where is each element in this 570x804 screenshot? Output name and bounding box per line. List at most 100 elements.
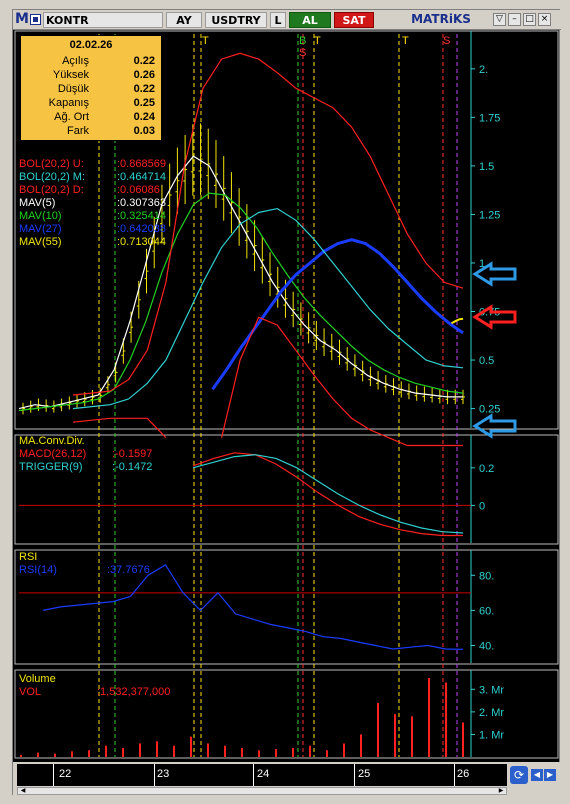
info-label: Açılış xyxy=(62,55,89,67)
series-trigger-9- xyxy=(192,454,464,534)
legend-name: MACD(26,12) xyxy=(19,448,87,460)
info-label: Kapanış xyxy=(48,97,89,109)
info-value: 0.03 xyxy=(133,125,155,137)
sell-button[interactable]: SAT xyxy=(334,12,374,28)
currency-button[interactable]: USDTRY xyxy=(205,12,267,28)
symbol-icon xyxy=(30,14,41,25)
horizontal-scrollbar[interactable]: ◀ ▶ xyxy=(17,787,507,795)
ohlc-info-box: 02.02.26 Açılış 0.22 Yüksek 0.26 Düşük 0.22… xyxy=(20,35,162,141)
info-label: Ağ. Ort xyxy=(54,111,89,123)
series-rsi xyxy=(42,563,464,650)
legend-name: VOL xyxy=(19,686,42,698)
info-label: Düşük xyxy=(57,83,89,95)
date-label: 24 xyxy=(257,768,270,780)
brand-label: MATRiKS xyxy=(411,12,471,26)
y-tick-label: 1.75 xyxy=(479,112,500,124)
info-row-close: Kapanış 0.25 xyxy=(21,97,161,110)
refresh-icon[interactable]: ⟳ xyxy=(510,766,528,784)
nav-left-icon[interactable]: ◀ xyxy=(531,769,543,781)
legend-name: BOL(20,2) M: xyxy=(19,171,86,183)
panel-frame-macd xyxy=(14,434,559,545)
symbol-field[interactable]: KONTR xyxy=(43,12,163,28)
info-value: 0.25 xyxy=(133,97,155,109)
y-tick-label: 1.5 xyxy=(479,161,494,173)
info-row-high: Yüksek 0.26 xyxy=(21,69,161,82)
legend-name: BOL(20,2) D: xyxy=(19,184,84,196)
date-label: 25 xyxy=(358,768,371,780)
info-value: 0.22 xyxy=(133,55,155,67)
legend-name: Volume xyxy=(19,673,56,685)
date-tick xyxy=(154,764,155,786)
info-value: 0.26 xyxy=(133,69,155,81)
legend-name: RSI xyxy=(19,551,38,563)
legend-value: :0.642038 xyxy=(117,223,166,235)
buy-button[interactable]: AL xyxy=(289,12,331,28)
legend-value: :0.713044 xyxy=(117,236,166,248)
legend-name: MAV(27) xyxy=(19,223,62,235)
scroll-left-icon[interactable]: ◀ xyxy=(18,788,28,794)
legend-name: MAV(5) xyxy=(19,197,56,209)
info-label: Yüksek xyxy=(52,69,89,81)
legend-name: MAV(10) xyxy=(19,210,62,222)
y-tick-label: 60. xyxy=(479,605,494,617)
info-row-avg: Ağ. Ort 0.24 xyxy=(21,111,161,124)
y-tick-label: 0 xyxy=(479,500,485,512)
y-tick-label: 0.25 xyxy=(479,404,500,416)
y-tick-label: 3. Mr xyxy=(479,684,504,696)
info-label: Fark xyxy=(67,125,89,137)
legend-value: :-0.1597 xyxy=(112,448,153,460)
y-tick-label: 0.5 xyxy=(479,355,494,367)
minimize-icon[interactable]: – xyxy=(508,13,521,26)
legend-name: MA.Conv.Div. xyxy=(19,435,85,447)
legend-name: TRIGGER(9) xyxy=(19,461,83,473)
info-date: 02.02.26 xyxy=(69,39,113,51)
bottom-bar: 22 23 24 25 26 ◀ ▶ ⟳ ◀ ▶ xyxy=(13,762,561,796)
legend-name: BOL(20,2) U: xyxy=(19,158,84,170)
period-button[interactable]: AY xyxy=(166,12,202,28)
y-tick-label: 2. xyxy=(479,64,488,76)
chevron-down-icon[interactable]: ▽ xyxy=(493,13,506,26)
date-tick xyxy=(53,764,54,786)
y-tick-label: 80. xyxy=(479,570,494,582)
panel-frame-volume xyxy=(14,669,559,759)
extra-button[interactable]: L xyxy=(270,12,286,28)
info-row-open: Açılış 0.22 xyxy=(21,55,161,68)
signal-label: T xyxy=(402,35,409,47)
legend-value: :0.06086 xyxy=(117,184,160,196)
legend-value: :-0.1472 xyxy=(112,461,153,473)
chart-window: M KONTR AY USDTRY L AL SAT MATRiKS ▽ – □… xyxy=(12,9,561,796)
signal-label: S xyxy=(443,35,450,47)
y-tick-label: 0.2 xyxy=(479,463,494,475)
series-macd-26-12- xyxy=(192,452,463,537)
info-row-low: Düşük 0.22 xyxy=(21,83,161,96)
date-tick xyxy=(454,764,455,786)
legend-value: :0.325414 xyxy=(117,210,166,222)
legend-value: :0.307363 xyxy=(117,197,166,209)
toolbar: M KONTR AY USDTRY L AL SAT MATRiKS ▽ – □… xyxy=(13,10,561,30)
signal-label: B xyxy=(299,35,306,47)
close-icon[interactable]: × xyxy=(538,13,551,26)
y-tick-label: 1. Mr xyxy=(479,729,504,741)
legend-value: :0.464714 xyxy=(117,171,166,183)
legend-name: MAV(55) xyxy=(19,236,62,248)
series-mav-5- xyxy=(18,155,463,410)
date-label: 22 xyxy=(59,768,72,780)
maximize-icon[interactable]: □ xyxy=(523,13,536,26)
info-value: 0.24 xyxy=(133,111,155,123)
info-row-diff: Fark 0.03 xyxy=(21,125,161,138)
date-tick xyxy=(354,764,355,786)
legend-value: :0.868569 xyxy=(117,158,166,170)
signal-label: S xyxy=(299,47,306,59)
legend-value: :1,532,377,000 xyxy=(97,686,171,698)
date-label: 23 xyxy=(157,768,170,780)
arrow-blue-lower xyxy=(472,413,517,439)
signal-label: T xyxy=(314,35,321,47)
app-logo: M xyxy=(15,11,29,27)
y-tick-label: 1.25 xyxy=(479,209,500,221)
legend-value: :37.7676 xyxy=(107,564,150,576)
series-mav-10- xyxy=(18,192,464,412)
nav-right-icon[interactable]: ▶ xyxy=(544,769,556,781)
panel-frame-rsi xyxy=(14,549,559,665)
date-tick xyxy=(253,764,254,786)
scroll-right-icon[interactable]: ▶ xyxy=(496,788,506,794)
